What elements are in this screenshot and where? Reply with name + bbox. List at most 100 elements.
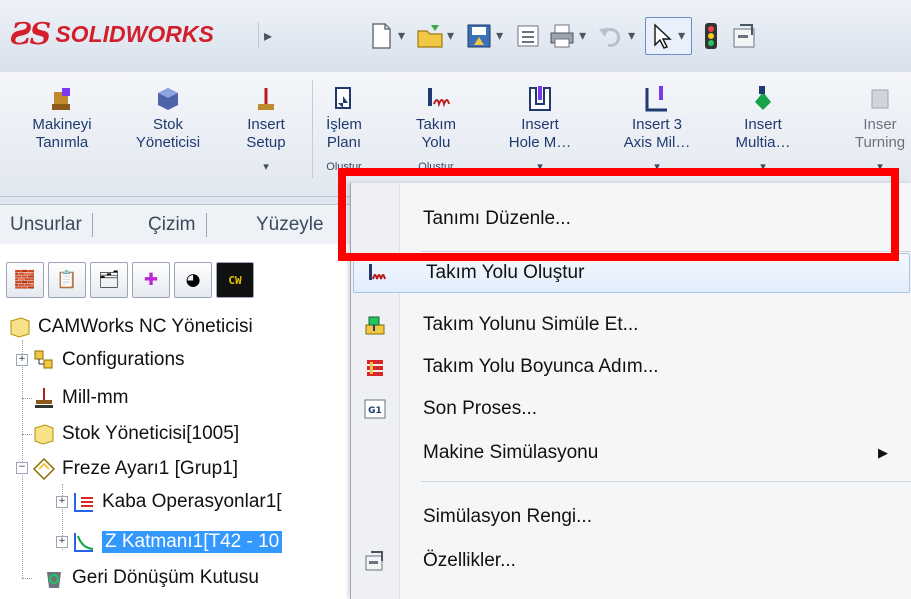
z-level-icon [74,533,94,552]
tree-line [22,434,32,435]
define-machine-button[interactable]: Makineyi Tanımla [14,78,110,152]
undo-button[interactable]: ▾ [596,18,641,54]
generate-toolpath-button[interactable]: Takım Yolu Oluştur [404,78,468,176]
chevron-down-icon[interactable]: ▾ [496,28,503,44]
tree-item-rough-operations[interactable]: Kaba Operasyonlar1[ [72,487,282,517]
expand-rough-operations[interactable]: + [56,496,68,508]
mill-setup-icon [32,457,56,481]
insert-setup-button[interactable]: Insert Setup ▾ [226,78,306,176]
expand-configurations[interactable]: + [16,354,28,366]
camworks-tab-icon[interactable]: CW [216,262,254,298]
tab-sketch[interactable]: Çizim [138,213,207,237]
open-button[interactable]: ▾ [415,18,460,54]
menu-separator [421,251,911,252]
menu-item-post-process[interactable]: G1 Son Proses... [351,389,911,429]
menu-separator [421,481,911,482]
stock-manager-button[interactable]: Stok Yöneticisi [120,78,216,152]
undo-icon [599,28,621,47]
menu-item-properties[interactable]: Özellikler... [351,541,911,581]
camworks-tree-pane: 🧱 📋 🗂 ✚ ◕ CW CAMWorks NC Yöneticisi + Co… [0,244,353,599]
chevron-down-icon[interactable]: ▾ [447,28,454,44]
context-menu: Tanımı Düzenle... Takım Yolu Oluştur Tak… [350,183,911,599]
collapse-mill-setup[interactable]: − [16,462,28,474]
title-bar: ƧS SOLIDWORKS ▸ ▾ ▾ ▾ ▾ ▾ ▾ [0,0,911,73]
hole-machining-icon [529,86,551,111]
tree-root[interactable]: CAMWorks NC Yöneticisi [8,312,253,342]
select-button[interactable]: ▾ [645,17,693,55]
svg-text:G1: G1 [368,406,382,416]
machine-icon [35,388,53,408]
g1-icon: G1 [364,399,386,419]
open-folder-icon [417,25,443,48]
camworks-ribbon: Makineyi Tanımla Stok Yöneticisi Insert Set… [0,72,911,197]
options-icon [733,24,755,48]
dimxpert-tab-icon[interactable]: ✚ [132,262,170,298]
tree-item-machine[interactable]: Mill-mm [32,383,128,413]
ribbon-separator [312,80,313,178]
new-document-button[interactable]: ▾ [366,18,411,54]
list-icon [517,25,539,47]
menu-item-edit-definition[interactable]: Tanımı Düzenle... [351,199,911,239]
tree-item-recycle-bin[interactable]: Geri Dönüşüm Kutusu [42,563,259,593]
step-icon [367,360,383,376]
menu-item-simulate-toolpath[interactable]: Takım Yolunu Simüle Et... [351,305,911,345]
ds-logo-mark: ƧS [10,16,51,52]
printer-button[interactable]: ▾ [547,18,592,54]
insert-turning-button[interactable]: Inser Turning ▾ [840,78,911,176]
rebuild-button[interactable] [696,18,726,54]
recycle-bin-icon [47,572,61,588]
options-button[interactable] [730,18,760,54]
save-button[interactable]: ▾ [464,18,509,54]
simulate-icon [365,316,385,335]
feature-manager-tab-icon[interactable]: 🧱 [6,262,44,298]
stock-box-icon [10,317,30,338]
chevron-down-icon[interactable]: ▾ [579,28,586,44]
multiaxis-icon [755,86,771,110]
stock-box-icon [34,424,54,445]
generate-operation-plan-button[interactable]: İşlem Planı Oluştur [316,78,372,176]
solidworks-logo[interactable]: ƧS SOLIDWORKS [10,14,214,54]
save-icon [467,24,491,48]
tree-item-z-level[interactable]: Z Katmanı1[T42 - 10 [72,527,283,557]
new-document-icon [372,23,391,49]
configurations-icon [34,350,53,369]
insert-multiaxis-button[interactable]: Insert Multia… ▾ [722,78,804,176]
print-button[interactable] [513,18,543,54]
property-manager-tab-icon[interactable]: 📋 [48,262,86,298]
toolpath-icon [369,264,386,280]
menu-item-step-through-toolpath[interactable]: Takım Yolu Boyunca Adım... [351,347,911,387]
machine-icon [52,88,70,110]
stock-cube-icon [158,88,178,110]
tab-surfaces[interactable]: Yüzeyle [246,213,334,237]
tree-line [22,578,32,579]
tree-line [22,398,32,399]
printer-icon [550,24,574,48]
selected-tree-label: Z Katmanı1[T42 - 10 [102,531,283,553]
menu-item-simulation-color[interactable]: Simülasyon Rengi... [351,497,911,537]
tree-item-configurations[interactable]: Configurations [32,345,185,375]
quick-access-toolbar: ▾ ▾ ▾ ▾ ▾ ▾ [366,16,760,56]
menu-item-machine-simulation[interactable]: Makine Simülasyonu ▶ [351,433,911,473]
chevron-down-icon[interactable]: ▾ [678,28,685,44]
tree-item-stock-manager[interactable]: Stok Yöneticisi[1005] [32,419,239,449]
tree-line [22,340,23,578]
expand-z-level[interactable]: + [56,536,68,548]
tab-features[interactable]: Unsurlar [0,213,93,237]
cursor-arrow-icon [654,23,672,49]
insert-hole-machining-button[interactable]: Insert Hole M… ▾ [500,78,580,176]
pane-tab-icons: 🧱 📋 🗂 ✚ ◕ CW [6,262,254,298]
brand-wordmark: SOLIDWORKS [55,20,214,47]
setup-icon [258,88,274,110]
traffic-light-icon [705,23,718,49]
insert-3-axis-mill-button[interactable]: Insert 3 Axis Mil… ▾ [612,78,702,176]
chevron-down-icon[interactable]: ▾ [398,28,405,44]
tree-item-mill-setup[interactable]: Freze Ayarı1 [Grup1] [32,454,238,484]
chevron-down-icon[interactable]: ▾ [628,28,635,44]
menu-item-generate-toolpath[interactable]: Takım Yolu Oluştur [353,253,910,293]
display-manager-tab-icon[interactable]: ◕ [174,262,212,298]
feature-manager-tabs: Unsurlar Çizim Yüzeyle [0,204,352,246]
3-axis-mill-icon [645,86,667,112]
menu-expand-arrow-icon[interactable]: ▸ [258,22,277,48]
tree-root-label: CAMWorks NC Yöneticisi [38,316,253,337]
configuration-manager-tab-icon[interactable]: 🗂 [90,262,128,298]
